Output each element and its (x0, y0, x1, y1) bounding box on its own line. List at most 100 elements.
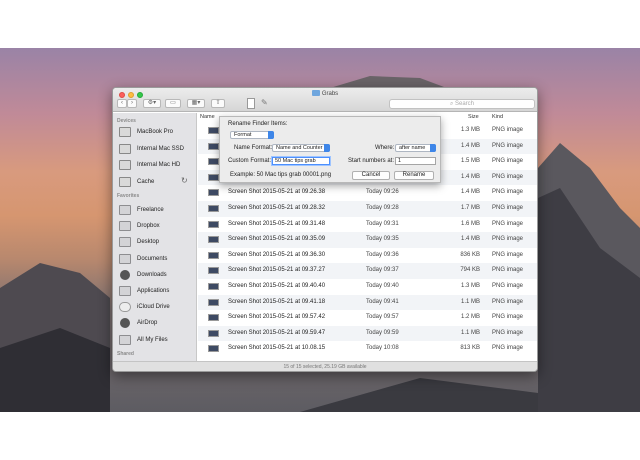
where-label: Where: (375, 145, 395, 151)
table-row[interactable]: Screen Shot 2015-05-21 at 09.28.32 Today … (198, 201, 537, 217)
sidebar-item[interactable]: Desktop (119, 235, 195, 249)
rename-button[interactable]: Rename (394, 171, 434, 180)
drive-icon (119, 160, 131, 170)
image-thumbnail-icon (208, 158, 219, 166)
sidebar-item-label: Internal Mac SSD (137, 145, 185, 152)
image-thumbnail-icon (208, 345, 219, 353)
window-title-text: Grabs (321, 91, 339, 97)
table-row[interactable]: Screen Shot 2015-05-21 at 09.57.42 Today … (198, 310, 537, 326)
image-thumbnail-icon (208, 142, 219, 150)
file-date: Today 09:26 (366, 189, 399, 196)
file-date: Today 09:36 (366, 251, 399, 258)
file-date: Today 09:28 (366, 205, 399, 211)
edit-icon[interactable]: ✎ (261, 98, 268, 107)
image-thumbnail-icon (208, 189, 219, 197)
folder-icon (119, 221, 131, 232)
back-button[interactable]: ‹ (117, 99, 127, 108)
column-header-kind[interactable]: Kind (492, 114, 503, 120)
tags-button[interactable]: ▭ (165, 99, 181, 108)
table-row[interactable]: Screen Shot 2015-05-21 at 09.37.27 Today … (198, 263, 537, 279)
file-size: 813 KB (460, 345, 480, 352)
table-row[interactable]: Screen Shot 2015-05-21 at 09.41.18 Today … (198, 294, 537, 311)
arrange-button[interactable]: ▦▾ (187, 99, 205, 108)
file-date: Today 09:35 (366, 236, 399, 243)
share-button[interactable]: ⇧ (211, 99, 225, 108)
file-kind: PNG image (492, 142, 524, 149)
table-row[interactable]: Screen Shot 2015-05-21 at 09.31.48 Today … (198, 217, 537, 233)
file-kind: PNG image (492, 267, 524, 274)
sidebar-item[interactable]: MacBook Pro (119, 125, 195, 139)
name-format-select[interactable]: Name and Counter (272, 144, 330, 152)
sidebar-item[interactable]: Documents (119, 252, 195, 266)
custom-format-input[interactable]: 50 Mac tips grab (272, 157, 330, 165)
image-thumbnail-icon (208, 251, 219, 259)
file-size: 1.4 MB (460, 189, 480, 196)
file-size: 836 KB (460, 251, 480, 258)
forward-button[interactable]: › (127, 99, 137, 108)
document-icon[interactable] (247, 98, 255, 109)
sidebar-item[interactable]: AirDrop (119, 316, 195, 330)
sidebar-item[interactable]: All My Files (119, 333, 195, 347)
action-gear-button[interactable]: ⚙▾ (143, 99, 161, 108)
sidebar-item[interactable]: Freelance (119, 203, 195, 217)
image-thumbnail-icon (208, 173, 219, 181)
file-name: Screen Shot 2015-05-21 at 09.35.09 (228, 236, 326, 243)
image-thumbnail-icon (208, 127, 219, 134)
table-row[interactable]: Screen Shot 2015-05-21 at 09.40.40 Today … (198, 279, 537, 295)
file-size: 1.3 MB (460, 283, 480, 289)
grid-icon: ▦▾ (191, 100, 201, 106)
column-header-name[interactable]: Name (200, 114, 215, 120)
file-kind: PNG image (492, 298, 524, 305)
image-thumbnail-icon (208, 220, 219, 228)
all-files-icon (119, 334, 131, 345)
file-size: 1.3 MB (460, 127, 480, 133)
image-thumbnail-icon (208, 267, 219, 275)
file-name: Screen Shot 2015-05-21 at 09.26.38 (228, 189, 326, 196)
chevron-down-icon (430, 144, 436, 152)
mode-select[interactable]: Format (230, 131, 274, 139)
sidebar-item[interactable]: Downloads (119, 268, 195, 282)
file-date: Today 09:59 (366, 329, 399, 336)
file-name: Screen Shot 2015-05-21 at 09.37.27 (228, 267, 326, 274)
sidebar-item[interactable]: Applications (119, 284, 195, 298)
sidebar-section-header: Devices (117, 118, 136, 124)
sidebar-item[interactable]: iCloud Drive (119, 300, 195, 314)
table-row[interactable]: Screen Shot 2015-05-21 at 09.59.47 Today … (198, 325, 537, 342)
cloud-icon (119, 302, 131, 313)
start-numbers-input[interactable]: 1 (395, 157, 436, 165)
airdrop-icon (120, 318, 130, 329)
file-date: Today 10:08 (366, 345, 399, 352)
sidebar-item-label: Downloads (137, 271, 167, 278)
search-field[interactable]: ⌕ Search (389, 99, 535, 109)
cancel-button[interactable]: Cancel (352, 171, 390, 180)
file-kind: PNG image (492, 251, 524, 258)
sidebar-item[interactable]: Internal Mac SSD (119, 142, 195, 156)
table-row[interactable]: Screen Shot 2015-05-21 at 09.35.09 Today … (198, 232, 537, 248)
table-row[interactable]: Screen Shot 2015-05-21 at 09.36.30 Today … (198, 248, 537, 264)
file-kind: PNG image (492, 314, 524, 321)
start-numbers-label: Start numbers at: (348, 158, 395, 164)
sidebar-section-header: Shared (117, 351, 134, 357)
sidebar-item-label: AirDrop (137, 320, 158, 327)
sidebar-item[interactable]: Internal Mac HD (119, 158, 195, 172)
file-name: Screen Shot 2015-05-21 at 09.31.48 (228, 220, 326, 227)
sidebar-item[interactable]: Dropbox (119, 219, 195, 233)
refresh-icon[interactable]: ↻ (181, 176, 188, 185)
sidebar-item-label: Internal Mac HD (137, 162, 181, 168)
column-header-size[interactable]: Size (468, 114, 479, 120)
file-name: Screen Shot 2015-05-21 at 09.41.18 (228, 298, 326, 305)
file-kind: PNG image (492, 127, 524, 133)
table-row[interactable]: Screen Shot 2015-05-21 at 09.26.38 Today … (198, 185, 537, 201)
drive-icon (119, 143, 131, 154)
image-thumbnail-icon (208, 329, 219, 337)
file-size: 794 KB (460, 267, 480, 274)
where-value: after name (399, 145, 426, 151)
applications-icon (119, 286, 131, 296)
example-text: Example: 50 Mac tips grab 00001.png (230, 172, 332, 178)
sidebar-item-label: Cache (137, 178, 155, 185)
file-size: 1.4 MB (460, 173, 480, 180)
table-row[interactable]: Screen Shot 2015-05-21 at 10.08.15 Today … (198, 341, 537, 357)
drive-icon (119, 176, 131, 187)
where-select[interactable]: after name (395, 144, 436, 152)
file-kind: PNG image (492, 283, 524, 289)
